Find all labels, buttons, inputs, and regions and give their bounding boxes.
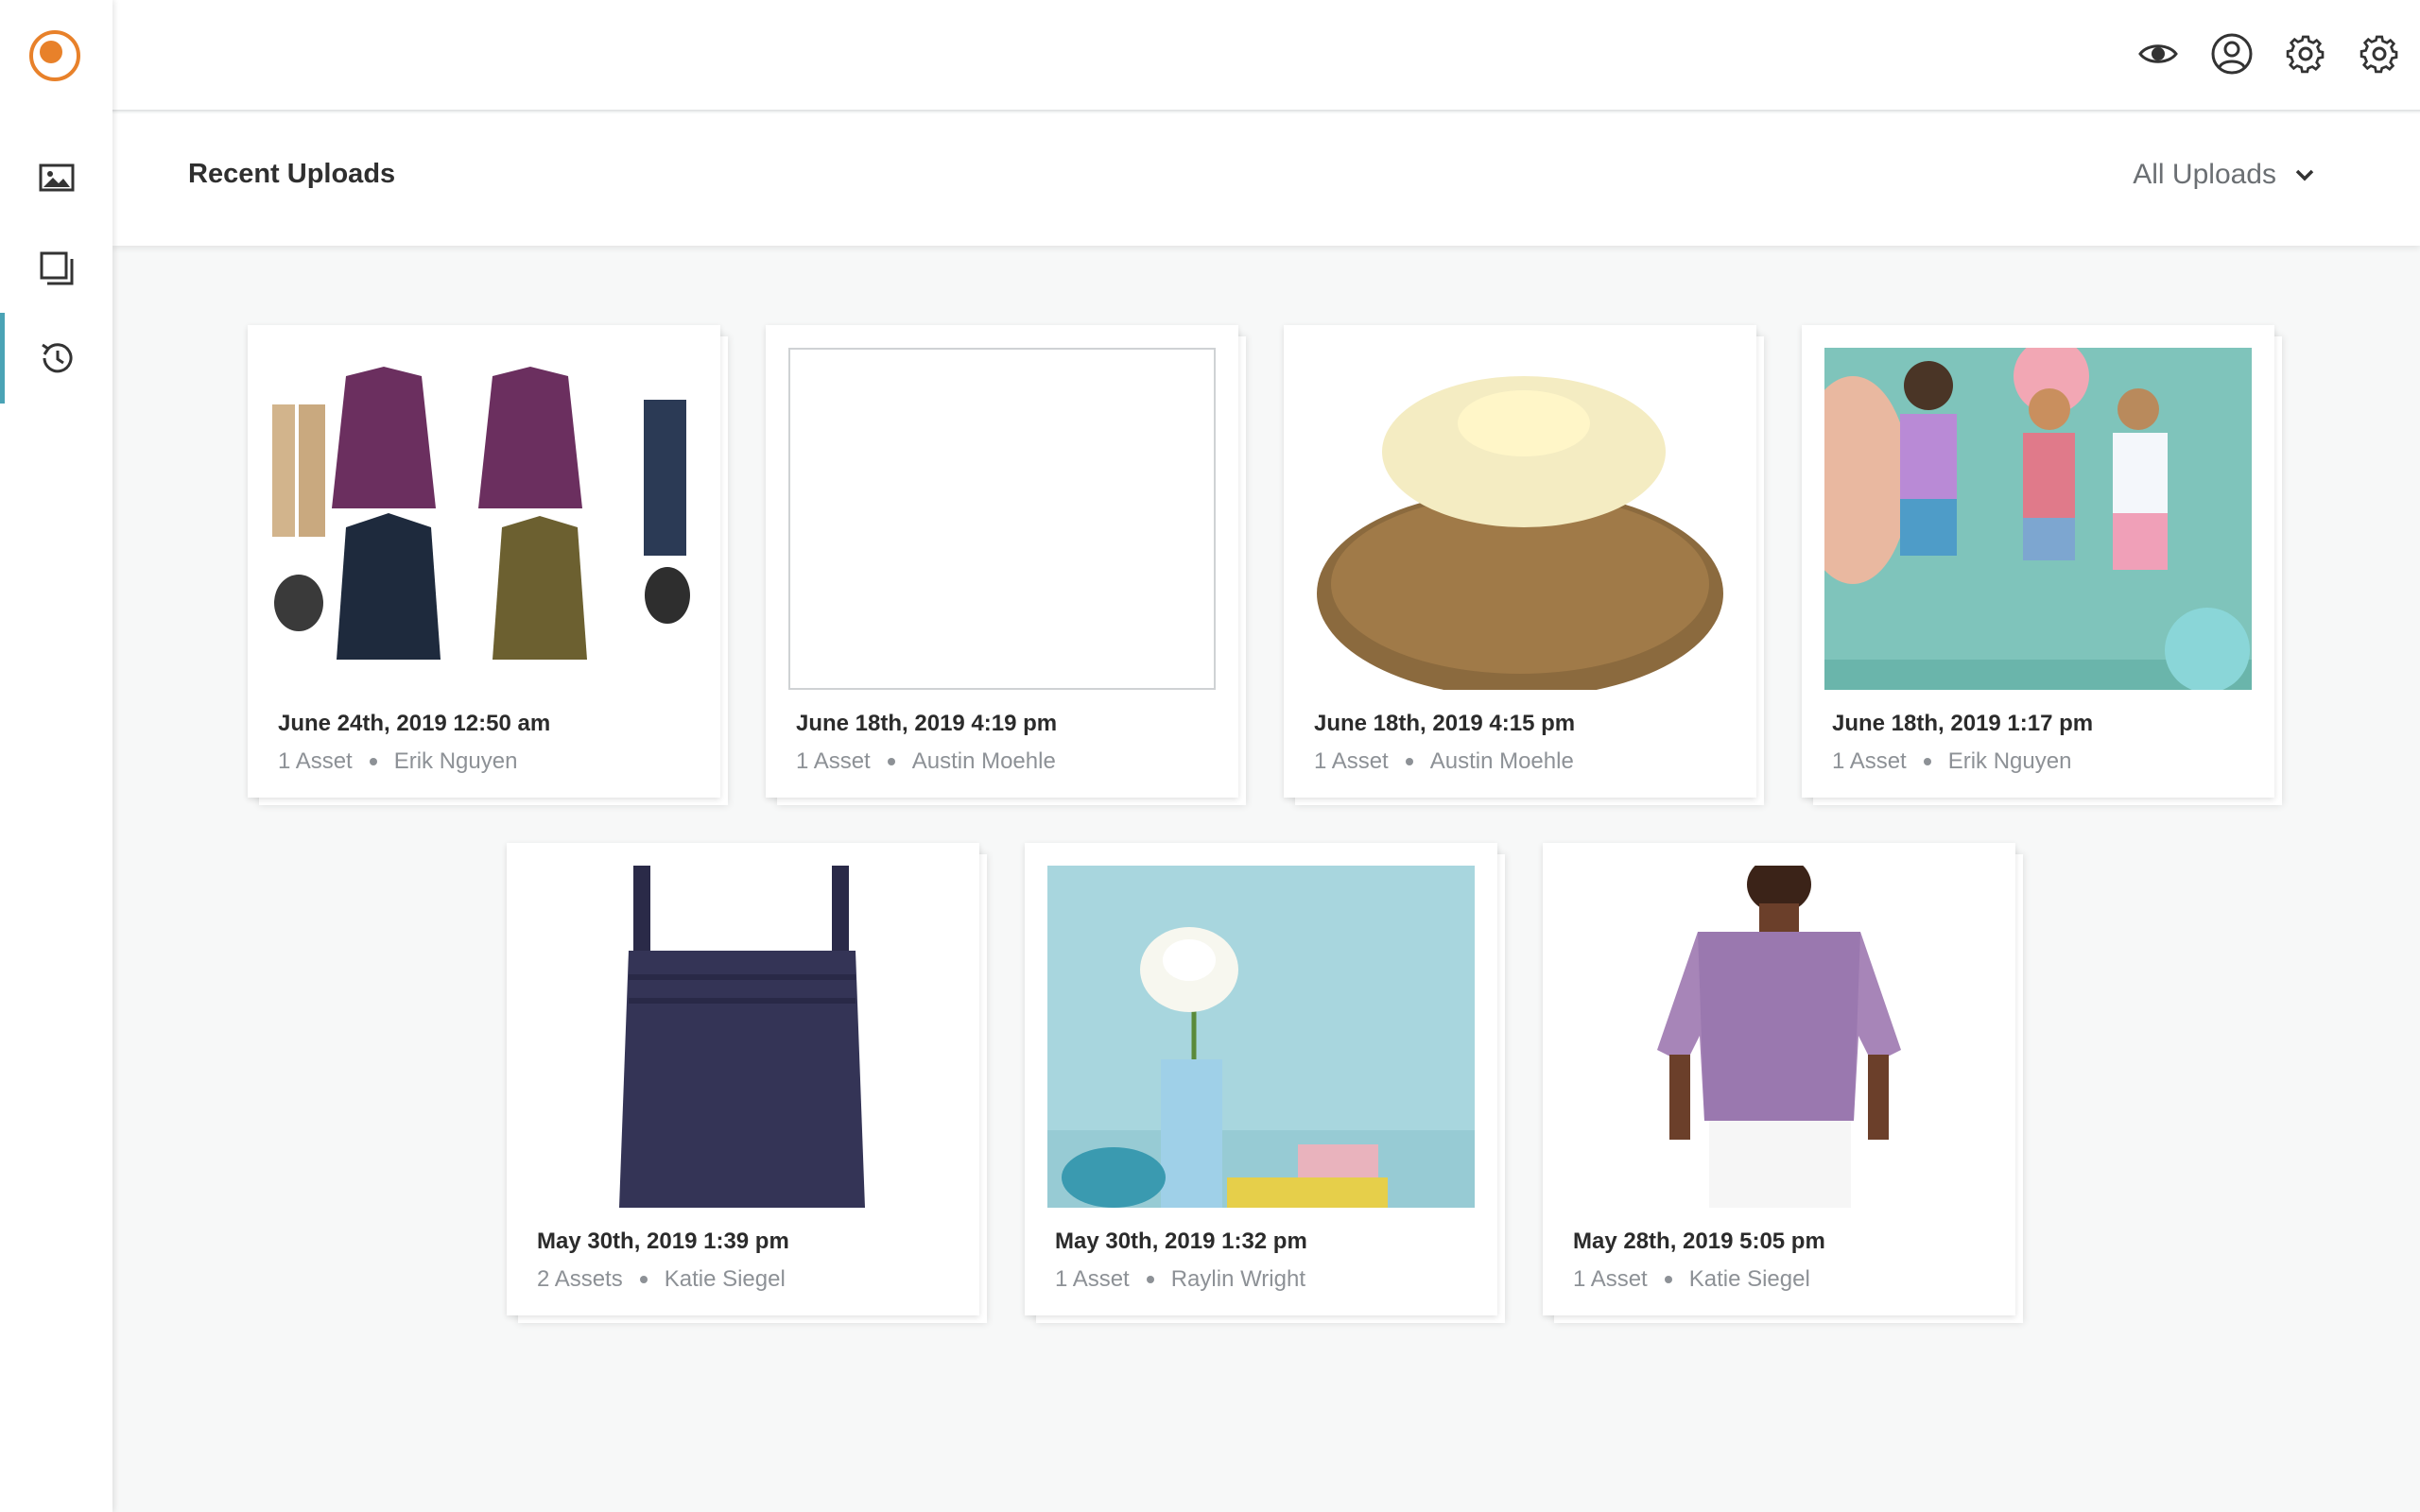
sidebar-item-collections[interactable]: [0, 223, 112, 314]
upload-meta: 1 Asset Raylin Wright: [1055, 1266, 1305, 1293]
separator-dot: [1146, 1276, 1154, 1283]
upload-date: June 18th, 2019 4:19 pm: [796, 711, 1058, 736]
page-title: Recent Uploads: [188, 159, 396, 189]
account-button[interactable]: [2210, 32, 2254, 76]
upload-card[interactable]: May 30th, 2019 1:32 pm 1 Asset Raylin Wr…: [1025, 843, 1497, 1315]
upload-date: June 18th, 2019 1:17 pm: [1832, 711, 2094, 736]
asset-count: 1 Asset: [1314, 748, 1389, 774]
upload-thumbnail: [788, 348, 1216, 690]
upload-meta: 1 Asset Austin Moehle: [796, 748, 1056, 775]
page-header: Recent Uploads All Uploads: [112, 113, 2420, 246]
upload-card[interactable]: June 24th, 2019 12:50 am 1 Asset Erik Ng…: [248, 325, 720, 798]
upload-date: May 28th, 2019 5:05 pm: [1573, 1228, 1825, 1254]
eye-icon: [2138, 44, 2178, 63]
upload-thumbnail: [1047, 866, 1475, 1208]
upload-card[interactable]: June 18th, 2019 4:19 pm 1 Asset Austin M…: [766, 325, 1238, 798]
upload-card[interactable]: June 18th, 2019 4:15 pm 1 Asset Austin M…: [1284, 325, 1756, 798]
separator-dot: [887, 758, 895, 765]
separator-dot: [1405, 758, 1413, 765]
upload-thumbnail: [270, 348, 698, 690]
separator-dot: [639, 1276, 648, 1283]
upload-thumbnail: [1306, 348, 1734, 690]
admin-settings-button[interactable]: [2358, 32, 2401, 76]
image-icon: [39, 163, 74, 192]
uploader-name: Katie Siegel: [1688, 1266, 1810, 1292]
settings-icon: [2286, 35, 2325, 74]
sidebar: [0, 0, 112, 1512]
top-bar: [112, 0, 2420, 112]
sidebar-item-history[interactable]: [0, 313, 112, 404]
uploader-name: Erik Nguyen: [1947, 748, 2072, 774]
asset-count: 1 Asset: [1055, 1266, 1130, 1292]
upload-date: June 24th, 2019 12:50 am: [278, 711, 551, 736]
upload-meta: 2 Assets Katie Siegel: [537, 1266, 786, 1293]
top-icon-group: [2136, 32, 2401, 76]
uploads-filter-dropdown[interactable]: All Uploads: [2133, 159, 2316, 191]
preview-button[interactable]: [2136, 32, 2180, 76]
asset-count: 1 Asset: [1573, 1266, 1648, 1292]
asset-count: 1 Asset: [1832, 748, 1907, 774]
uploader-name: Erik Nguyen: [393, 748, 518, 774]
filter-label: All Uploads: [2133, 159, 2276, 190]
asset-count: 1 Asset: [796, 748, 871, 774]
upload-meta: 1 Asset Austin Moehle: [1314, 748, 1574, 775]
upload-date: May 30th, 2019 1:39 pm: [537, 1228, 789, 1254]
separator-dot: [1664, 1276, 1672, 1283]
upload-date: May 30th, 2019 1:32 pm: [1055, 1228, 1307, 1254]
asset-count: 1 Asset: [278, 748, 353, 774]
upload-card[interactable]: June 18th, 2019 1:17 pm 1 Asset Erik Ngu…: [1802, 325, 2274, 798]
upload-meta: 1 Asset Erik Nguyen: [278, 748, 517, 775]
app-logo[interactable]: [28, 29, 81, 82]
uploader-name: Katie Siegel: [664, 1266, 786, 1292]
upload-thumbnail: [1565, 866, 1993, 1208]
asset-count: 2 Assets: [537, 1266, 623, 1292]
separator-dot: [1923, 758, 1931, 765]
upload-date: June 18th, 2019 4:15 pm: [1314, 711, 1576, 736]
settings-button[interactable]: [2284, 32, 2327, 76]
settings-icon: [2360, 35, 2398, 74]
upload-card[interactable]: May 30th, 2019 1:39 pm 2 Assets Katie Si…: [507, 843, 979, 1315]
upload-thumbnail: [529, 866, 957, 1208]
collections-icon: [40, 251, 73, 285]
upload-meta: 1 Asset Katie Siegel: [1573, 1266, 1810, 1293]
uploader-name: Austin Moehle: [1429, 748, 1574, 774]
separator-dot: [369, 758, 377, 765]
upload-thumbnail: [1824, 348, 2252, 690]
uploader-name: Raylin Wright: [1170, 1266, 1305, 1292]
user-icon: [2211, 33, 2253, 75]
upload-card[interactable]: May 28th, 2019 5:05 pm 1 Asset Katie Sie…: [1543, 843, 2015, 1315]
upload-meta: 1 Asset Erik Nguyen: [1832, 748, 2071, 775]
chevron-down-icon: [2295, 169, 2314, 181]
history-icon: [41, 343, 72, 373]
sidebar-item-images[interactable]: [0, 132, 112, 223]
uploader-name: Austin Moehle: [911, 748, 1056, 774]
